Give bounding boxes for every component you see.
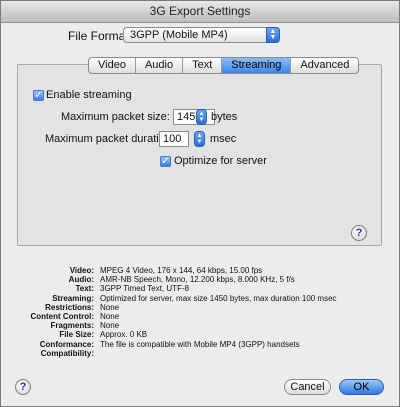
window-help-icon[interactable]: ? bbox=[15, 379, 31, 395]
optimize-server-label: Optimize for server bbox=[174, 155, 267, 167]
summary-row: Video: MPEG 4 Video, 176 x 144, 64 kbps, … bbox=[69, 266, 263, 275]
cancel-button[interactable]: Cancel bbox=[284, 379, 331, 395]
tab-advanced[interactable]: Advanced bbox=[291, 58, 358, 73]
file-format-value: 3GPP (Mobile MP4) bbox=[130, 29, 228, 41]
file-format-select[interactable]: 3GPP (Mobile MP4) ▲ ▼ bbox=[123, 27, 280, 43]
summary-row: Compatibility: bbox=[40, 348, 94, 358]
tab-video[interactable]: Video bbox=[89, 58, 136, 73]
window-title: 3G Export Settings bbox=[1, 1, 399, 23]
export-settings-window: 3G Export Settings File Format: 3GPP (Mo… bbox=[0, 0, 400, 407]
packet-duration-label: Maximum packet duration: bbox=[45, 133, 174, 145]
packet-duration-input[interactable]: 100 bbox=[159, 131, 189, 147]
summary-row: Restrictions: None bbox=[45, 302, 120, 312]
packet-duration-unit: msec bbox=[210, 133, 237, 145]
summary-row: Text: 3GPP Timed Text, UTF-8 bbox=[75, 284, 190, 294]
settings-summary: Video: MPEG 4 Video, 176 x 144, 64 kbps, … bbox=[1, 266, 399, 358]
tab-streaming[interactable]: Streaming bbox=[222, 58, 292, 73]
file-format-row: File Format: 3GPP (Mobile MP4) ▲ ▼ bbox=[1, 26, 399, 46]
summary-row: Audio: AMR-NB Speech, Mono, 12.200 kbps, … bbox=[68, 275, 295, 285]
packet-size-stepper-icon[interactable]: ▲ ▼ bbox=[196, 109, 207, 125]
summary-row: Conformance: The file is compatible with … bbox=[39, 339, 300, 349]
ok-button[interactable]: OK bbox=[339, 379, 384, 395]
enable-streaming-label: Enable streaming bbox=[46, 89, 132, 101]
packet-size-input[interactable]: 1450 bbox=[173, 109, 215, 125]
summary-row: Streaming: Optimized for server, max size… bbox=[52, 293, 337, 303]
summary-row: Content Control: None bbox=[30, 311, 120, 321]
tab-text[interactable]: Text bbox=[183, 58, 223, 73]
tab-audio[interactable]: Audio bbox=[136, 58, 184, 73]
summary-row: File Size: Approx. 0 KB bbox=[59, 330, 148, 340]
panel-help-icon[interactable]: ? bbox=[351, 225, 367, 241]
packet-size-label: Maximum packet size: bbox=[61, 111, 170, 123]
summary-row: Fragments: None bbox=[50, 321, 120, 331]
optimize-server-checkbox[interactable]: ✓ bbox=[160, 156, 171, 167]
settings-tabs: Video Audio Text Streaming Advanced bbox=[88, 57, 360, 74]
packet-size-unit: bytes bbox=[211, 111, 238, 123]
select-arrows-icon: ▲ ▼ bbox=[266, 27, 280, 43]
packet-duration-stepper-icon[interactable]: ▲ ▼ bbox=[194, 131, 205, 147]
enable-streaming-checkbox[interactable]: ✓ bbox=[33, 90, 44, 101]
streaming-panel: ✓ Enable streaming Maximum packet size: … bbox=[17, 64, 382, 246]
